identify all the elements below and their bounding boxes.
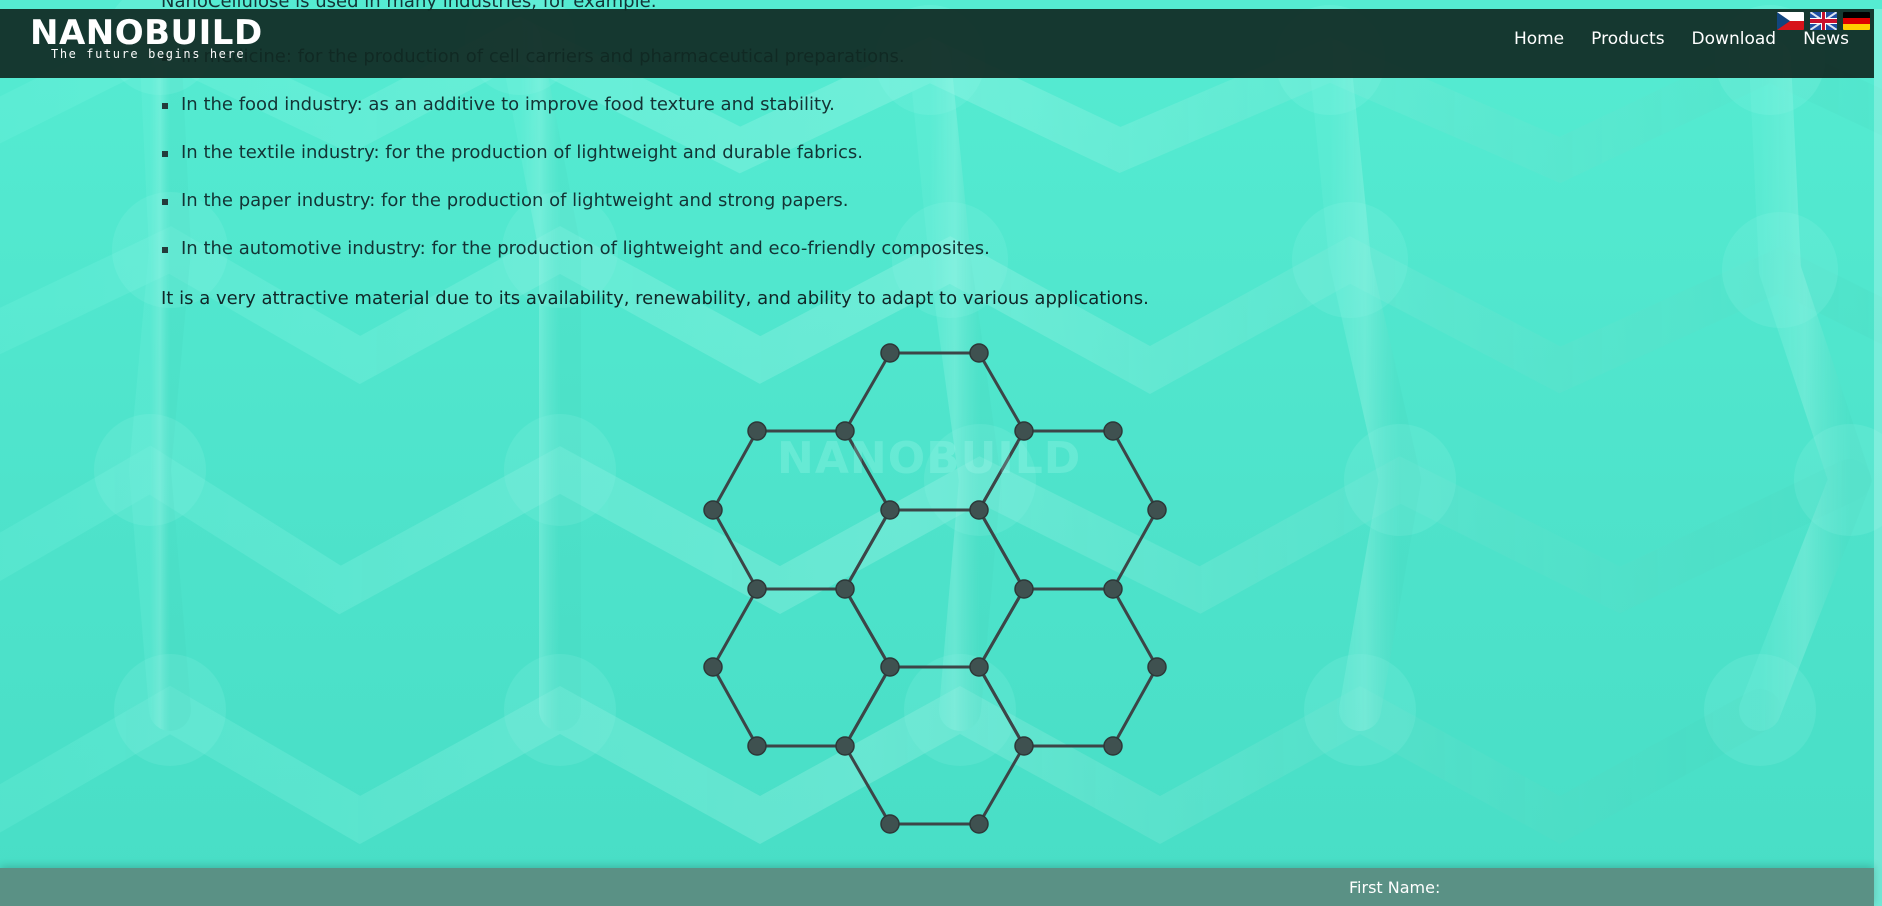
hex-lower-right xyxy=(977,587,1159,748)
nav-news-link[interactable]: News xyxy=(1803,31,1849,48)
atom-node xyxy=(880,500,900,520)
atom-node xyxy=(747,736,767,756)
summary-text: It is a very attractive material due to … xyxy=(161,288,1149,309)
hexagon-molecule-diagram xyxy=(695,336,1185,846)
vertical-scrollbar[interactable] xyxy=(1874,9,1882,906)
list-item: In the automotive industry: for the prod… xyxy=(161,237,1461,285)
atom-node xyxy=(835,736,855,756)
main-navigation: Home Products Download News xyxy=(1514,31,1849,48)
atom-node xyxy=(1103,736,1123,756)
list-item: In the textile industry: for the product… xyxy=(161,141,1461,189)
nav-home-link[interactable]: Home xyxy=(1514,31,1564,48)
brand-logo[interactable]: NANOBUILD The future begins here xyxy=(30,16,263,60)
atom-node xyxy=(1103,421,1123,441)
atom-node xyxy=(969,814,989,834)
atom-node xyxy=(969,657,989,677)
czech-flag-icon[interactable] xyxy=(1777,12,1804,30)
atom-node xyxy=(703,657,723,677)
atom-node xyxy=(880,657,900,677)
atom-node xyxy=(835,579,855,599)
atom-node xyxy=(1147,500,1167,520)
list-item: In the food industry: as an additive to … xyxy=(161,93,1461,141)
brand-title: NANOBUILD xyxy=(30,13,263,53)
hex-center xyxy=(843,508,1026,669)
diagram-watermark: NANOBUILD xyxy=(777,433,1082,484)
atom-node xyxy=(1014,736,1034,756)
contact-form-strip: First Name: xyxy=(0,868,1874,906)
industry-list: In medicine: for the production of cell … xyxy=(161,45,1461,285)
hex-top xyxy=(843,351,1026,512)
brand-tagline: The future begins here xyxy=(51,47,246,61)
atom-node xyxy=(969,343,989,363)
first-name-label: First Name: xyxy=(1349,878,1441,897)
language-switcher xyxy=(1777,12,1870,30)
atom-node xyxy=(1147,657,1167,677)
atom-node xyxy=(747,421,767,441)
uk-flag-icon[interactable] xyxy=(1810,12,1837,30)
nav-download-link[interactable]: Download xyxy=(1692,31,1777,48)
hex-bottom xyxy=(843,665,1026,826)
atom-node xyxy=(1103,579,1123,599)
atom-node xyxy=(969,500,989,520)
atom-node xyxy=(703,500,723,520)
german-flag-icon[interactable] xyxy=(1843,12,1870,30)
atom-node xyxy=(1014,579,1034,599)
list-item: In the paper industry: for the productio… xyxy=(161,189,1461,237)
nav-products-link[interactable]: Products xyxy=(1591,31,1664,48)
atom-node xyxy=(880,343,900,363)
atom-node xyxy=(747,579,767,599)
atom-node xyxy=(880,814,900,834)
hex-lower-left xyxy=(711,587,892,748)
